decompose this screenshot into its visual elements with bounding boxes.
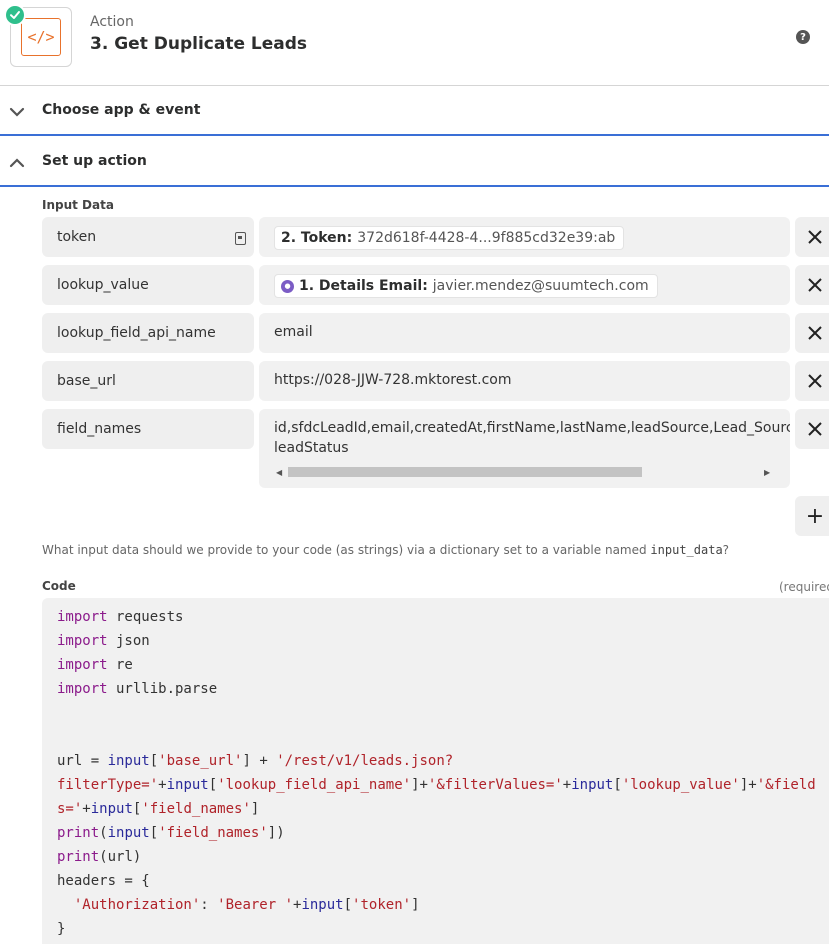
section-label: Set up action	[42, 153, 147, 169]
x-icon	[808, 326, 822, 340]
plus-icon: +	[805, 503, 825, 529]
field-key-text: lookup_value	[57, 277, 149, 293]
field-key-text: token	[57, 229, 97, 245]
code-line: 'Authorization': 'Bearer '+input['token'…	[73, 897, 420, 913]
help-text-part: ?	[722, 543, 730, 557]
section-choose-app-event[interactable]: Choose app & event	[0, 86, 829, 136]
code-line: }	[57, 921, 66, 937]
scroll-right-icon[interactable]: ▶	[764, 468, 770, 477]
field-key-lookup-value[interactable]: lookup_value	[42, 265, 254, 305]
code-line: import requests	[57, 609, 184, 625]
code-label: Code	[42, 579, 76, 593]
field-key-lookup-field-api-name[interactable]: lookup_field_api_name	[42, 313, 254, 353]
code-line: print(url)	[57, 849, 142, 865]
input-data-label: Input Data	[42, 198, 114, 212]
code-line: import json	[57, 633, 150, 649]
section-set-up-action[interactable]: Set up action	[0, 137, 829, 187]
code-line: s='+input['field_names']	[57, 801, 260, 817]
remove-lookup-value-button[interactable]	[795, 265, 829, 305]
field-value-lookup-field-api-name[interactable]: email	[259, 313, 790, 353]
code-line: filterType='+input['lookup_field_api_nam…	[57, 777, 816, 793]
token-pill[interactable]: </> 2. Token: 372d618f-4428-4...9f885cd3…	[274, 226, 625, 250]
code-line: headers = {	[57, 873, 150, 889]
pill-value: 372d618f-4428-4...9f885cd32e39:ab	[357, 230, 616, 246]
field-key-text: field_names	[57, 421, 142, 437]
remove-lookup-field-api-name-button[interactable]	[795, 313, 829, 353]
code-line: import urllib.parse	[57, 681, 218, 697]
pill-value: javier.mendez@suumtech.com	[432, 278, 649, 294]
help-text-part: What input data should we provide to you…	[42, 543, 651, 557]
x-icon	[808, 278, 822, 292]
help-text-code: input_data	[650, 543, 723, 557]
pill-key: 2. Token:	[281, 230, 353, 246]
code-editor[interactable]: import requests import json import re im…	[42, 598, 829, 944]
field-key-text: lookup_field_api_name	[57, 325, 216, 341]
check-circle-icon	[4, 4, 26, 26]
remove-base-url-button[interactable]	[795, 361, 829, 401]
code-line: import re	[57, 657, 133, 673]
field-value-token[interactable]: </> 2. Token: 372d618f-4428-4...9f885cd3…	[259, 217, 790, 257]
code-brackets-icon: </>	[21, 18, 61, 56]
x-icon	[808, 422, 822, 436]
scroll-left-icon[interactable]: ◀	[276, 468, 282, 477]
field-value-text: https://028-JJW-728.mktorest.com	[274, 372, 512, 388]
x-icon	[808, 230, 822, 244]
required-label: (required)	[779, 580, 829, 594]
question-circle-icon[interactable]: ?	[796, 30, 810, 44]
field-value-text: id,sfdcLeadId,email,createdAt,firstName,…	[274, 420, 790, 436]
scrollbar-thumb[interactable]	[288, 467, 642, 477]
remove-token-button[interactable]	[795, 217, 829, 257]
step-kind: Action	[90, 14, 134, 30]
chevron-up-icon	[9, 158, 25, 168]
step-header: </> Action 3. Get Duplicate Leads ?	[0, 0, 829, 86]
field-value-text: email	[274, 324, 313, 340]
remove-field-names-button[interactable]	[795, 409, 829, 449]
step-title: 3. Get Duplicate Leads	[90, 34, 308, 54]
input-data-help-text: What input data should we provide to you…	[42, 543, 729, 557]
code-line: print(input['field_names'])	[57, 825, 285, 841]
pill-key: 1. Details Email:	[299, 278, 428, 294]
field-value-lookup-value[interactable]: ● 1. Details Email: javier.mendez@suumte…	[259, 265, 790, 305]
field-key-text: base_url	[57, 373, 116, 389]
field-value-base-url[interactable]: https://028-JJW-728.mktorest.com	[259, 361, 790, 401]
chevron-down-icon	[9, 107, 25, 117]
key-icon	[235, 232, 246, 245]
x-icon	[808, 374, 822, 388]
details-app-icon: ●	[281, 279, 294, 293]
horizontal-scrollbar[interactable]: ◀ ▶	[274, 466, 774, 478]
field-key-base-url[interactable]: base_url	[42, 361, 254, 401]
field-value-text: leadStatus	[274, 440, 349, 456]
add-input-button[interactable]: +	[795, 496, 829, 536]
field-key-token[interactable]: token	[42, 217, 254, 257]
field-key-field-names[interactable]: field_names	[42, 409, 254, 449]
code-line: url = input['base_url'] + '/rest/v1/lead…	[57, 753, 454, 769]
section-label: Choose app & event	[42, 102, 201, 118]
email-pill[interactable]: ● 1. Details Email: javier.mendez@suumte…	[274, 274, 658, 298]
